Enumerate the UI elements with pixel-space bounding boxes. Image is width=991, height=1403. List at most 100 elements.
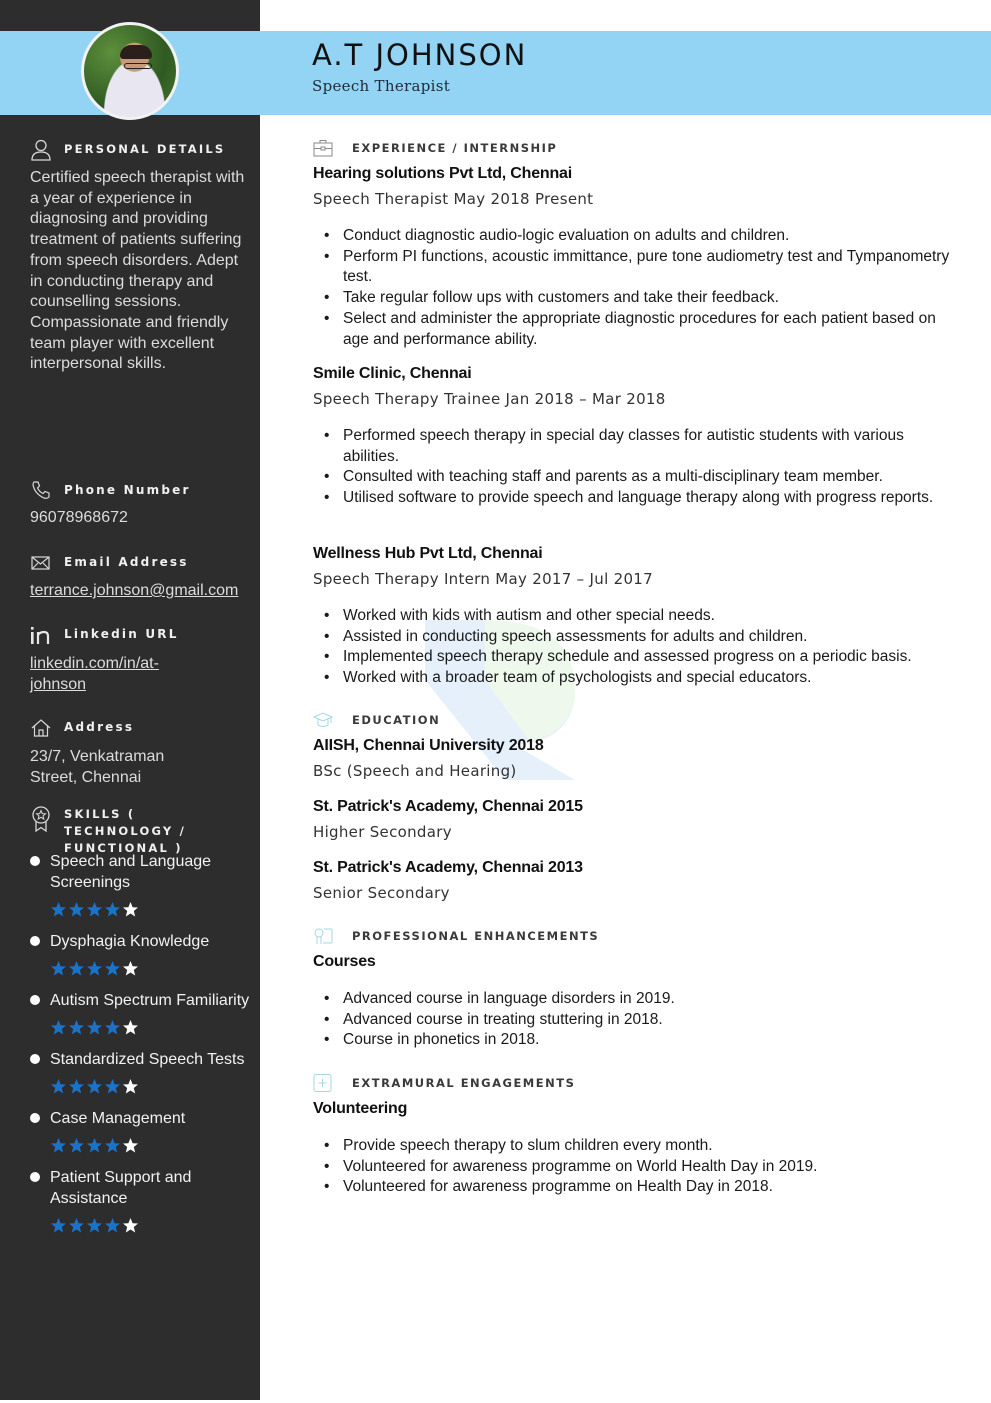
enhancements-subhead: Courses [313,953,376,970]
job-role-dates: Speech Therapy Intern May 2017 – Jul 201… [313,570,653,588]
star-rating [50,960,255,982]
personal-details-label: PERSONAL DETAILS [64,142,226,156]
enhancements-heading: PROFESSIONAL ENHANCEMENTS [313,927,599,945]
star-empty-icon [123,902,138,917]
linkedin-heading: Linkedin URL [30,624,179,646]
home-icon [31,719,51,737]
job-bullet: Take regular follow ups with customers a… [313,288,953,309]
star-filled-icon [69,1020,84,1035]
skills-list: Speech and Language Screenings Dysphagia … [30,851,255,1247]
star-filled-icon [105,961,120,976]
extramural-subhead: Volunteering [313,1100,408,1117]
linkedin-icon [31,627,50,644]
star-empty-icon [123,1020,138,1035]
address-heading: Address [30,717,134,739]
job-bullet: Consulted with teaching staff and parent… [313,467,953,488]
education-heading: EDUCATION [313,711,440,729]
extramural-heading: EXTRAMURAL ENGAGEMENTS [313,1074,575,1092]
candidate-name: A.T JOHNSON [312,38,528,72]
extramural-label: EXTRAMURAL ENGAGEMENTS [352,1076,576,1090]
star-filled-icon [51,902,66,917]
star-empty-icon [123,961,138,976]
star-rating [50,1217,255,1239]
star-filled-icon [87,1218,102,1233]
job-bullet: Implemented speech therapy schedule and … [313,647,953,668]
linkedin-label: Linkedin URL [64,627,179,641]
email-label: Email Address [64,555,189,569]
star-filled-icon [105,1020,120,1035]
award-icon [32,806,50,832]
skill-name: Speech and Language Screenings [50,853,212,891]
star-filled-icon [87,902,102,917]
linkedin-link[interactable]: linkedin.com/in/at-johnson [30,654,180,695]
briefcase-icon [313,140,333,157]
skill-item: Standardized Speech Tests [30,1049,255,1100]
education-school: St. Patrick's Academy, Chennai 2015 [313,798,583,815]
star-empty-icon [123,1079,138,1094]
phone-icon [32,481,50,499]
education-degree: Senior Secondary [313,884,450,902]
star-filled-icon [69,1079,84,1094]
skill-item: Patient Support and Assistance [30,1167,255,1239]
skill-item: Case Management [30,1108,255,1159]
courses-list: Advanced course in language disorders in… [313,989,953,1051]
job-organization: Smile Clinic, Chennai [313,365,472,382]
job-bullet: Utilised software to provide speech and … [313,488,953,509]
photo-glasses [124,63,152,69]
enhancements-label: PROFESSIONAL ENHANCEMENTS [352,929,600,943]
photo-hair [120,45,152,59]
experience-label: EXPERIENCE / INTERNSHIP [352,141,558,155]
bullet-dot [30,1172,40,1182]
graduation-cap-icon [313,712,333,727]
star-rating [50,1019,255,1041]
skill-name: Autism Spectrum Familiarity [50,992,250,1009]
volunteering-item: Provide speech therapy to slum children … [313,1136,953,1157]
volunteering-item: Volunteered for awareness programme on W… [313,1157,953,1178]
star-filled-icon [51,1138,66,1153]
star-filled-icon [69,961,84,976]
star-filled-icon [69,1218,84,1233]
skill-name: Dysphagia Knowledge [50,933,210,950]
star-filled-icon [105,1138,120,1153]
course-item: Advanced course in treating stuttering i… [313,1010,953,1031]
skill-name: Standardized Speech Tests [50,1051,245,1068]
bullet-dot [30,1054,40,1064]
user-icon [31,139,51,161]
job-role-dates: Speech Therapist May 2018 Present [313,190,594,208]
phone-heading: Phone Number [30,479,191,501]
job-bullets: Performed speech therapy in special day … [313,426,953,509]
job-bullet: Assisted in conducting speech assessment… [313,627,953,648]
star-empty-icon [123,1138,138,1153]
course-item: Course in phonetics in 2018. [313,1030,953,1051]
phone-label: Phone Number [64,483,191,497]
star-rating [50,901,255,923]
bullet-dot [30,856,40,866]
skill-name: Patient Support and Assistance [50,1169,192,1207]
star-empty-icon [123,1218,138,1233]
job-bullet: Performed speech therapy in special day … [313,426,953,467]
star-filled-icon [51,1020,66,1035]
candidate-title: Speech Therapist [312,77,451,95]
star-filled-icon [105,1218,120,1233]
volunteering-list: Provide speech therapy to slum children … [313,1136,953,1198]
bullet-dot [30,936,40,946]
phone-value: 96078968672 [30,509,128,526]
profile-photo [81,22,179,120]
education-degree: Higher Secondary [313,823,452,841]
star-filled-icon [87,1079,102,1094]
skills-label: SKILLS ( TECHNOLOGY / FUNCTIONAL ) [64,807,186,855]
personal-details-heading: PERSONAL DETAILS [30,139,225,161]
star-filled-icon [87,1138,102,1153]
email-link[interactable]: terrance.johnson@gmail.com [30,581,255,602]
star-filled-icon [51,1079,66,1094]
star-filled-icon [87,961,102,976]
skill-item: Autism Spectrum Familiarity [30,990,255,1041]
volunteering-item: Volunteered for awareness programme on H… [313,1177,953,1198]
star-filled-icon [87,1020,102,1035]
address-value: 23/7, Venkatraman Street, Chennai [30,748,165,786]
envelope-icon [31,556,50,570]
certificate-icon [314,928,333,944]
job-bullet: Perform PI functions, acoustic immittanc… [313,247,953,288]
job-organization: Hearing solutions Pvt Ltd, Chennai [313,165,572,182]
star-filled-icon [51,1218,66,1233]
